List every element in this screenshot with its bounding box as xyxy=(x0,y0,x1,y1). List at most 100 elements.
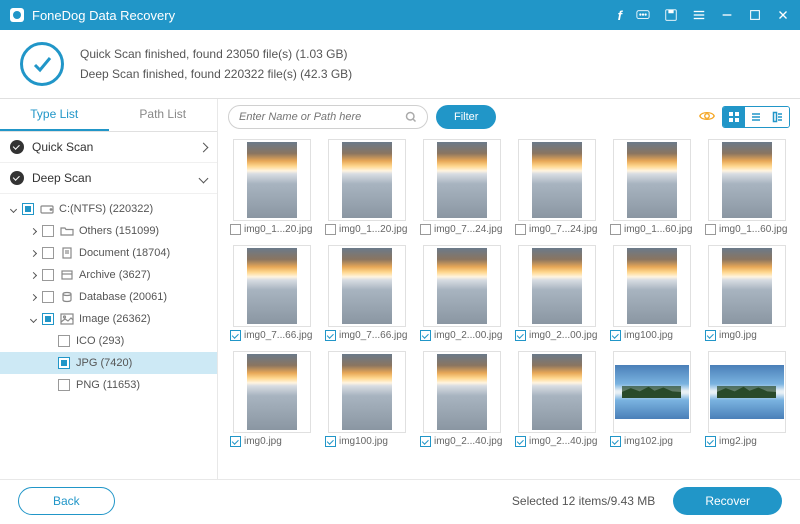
thumbnail-image[interactable] xyxy=(233,351,311,433)
thumbnail-image[interactable] xyxy=(423,351,501,433)
collapse-icon[interactable] xyxy=(8,204,18,215)
file-checkbox[interactable] xyxy=(230,436,241,447)
check-dot-icon xyxy=(10,140,24,154)
checkbox[interactable] xyxy=(58,357,70,369)
tree-png[interactable]: PNG (11653) xyxy=(0,374,217,396)
file-checkbox[interactable] xyxy=(230,224,241,235)
thumbnail-image[interactable] xyxy=(423,245,501,327)
tree-jpg[interactable]: JPG (7420) xyxy=(0,352,217,374)
folder-icon xyxy=(60,225,74,237)
back-button[interactable]: Back xyxy=(18,487,115,515)
file-name: img2.jpg xyxy=(719,436,757,447)
tree-others[interactable]: Others (151099) xyxy=(0,220,217,242)
file-name: img102.jpg xyxy=(624,436,673,447)
quick-scan-label: Quick Scan xyxy=(32,140,93,154)
checkbox[interactable] xyxy=(42,247,54,259)
tree-ico[interactable]: ICO (293) xyxy=(0,330,217,352)
thumbnail-image[interactable] xyxy=(518,139,596,221)
file-checkbox[interactable] xyxy=(610,436,621,447)
minimize-icon[interactable] xyxy=(720,8,734,22)
maximize-icon[interactable] xyxy=(748,8,762,22)
checkbox[interactable] xyxy=(22,203,34,215)
tree-image[interactable]: Image (26362) xyxy=(0,308,217,330)
checkbox[interactable] xyxy=(42,291,54,303)
thumbnail-image[interactable] xyxy=(328,139,406,221)
message-icon[interactable] xyxy=(636,8,650,22)
file-thumb: img0_1...60.jpg xyxy=(608,139,695,235)
file-checkbox[interactable] xyxy=(325,436,336,447)
save-icon[interactable] xyxy=(664,8,678,22)
view-toggle xyxy=(722,106,790,128)
thumbnail-image[interactable] xyxy=(328,351,406,433)
thumbnail-image[interactable] xyxy=(708,139,786,221)
file-grid: img0_1...20.jpgimg0_1...20.jpgimg0_7...2… xyxy=(228,139,790,447)
filter-button[interactable]: Filter xyxy=(436,105,496,129)
file-name: img100.jpg xyxy=(624,330,673,341)
file-thumb: img0_7...24.jpg xyxy=(418,139,505,235)
file-thumb: img0_1...20.jpg xyxy=(323,139,410,235)
file-name: img0.jpg xyxy=(244,436,282,447)
file-thumb: img0.jpg xyxy=(228,351,315,447)
thumbnail-image[interactable] xyxy=(328,245,406,327)
file-checkbox[interactable] xyxy=(515,330,526,341)
tree-archive[interactable]: Archive (3627) xyxy=(0,264,217,286)
facebook-icon[interactable]: f xyxy=(618,8,622,23)
expand-icon[interactable] xyxy=(28,226,38,237)
file-checkbox[interactable] xyxy=(610,330,621,341)
file-checkbox[interactable] xyxy=(420,330,431,341)
file-checkbox[interactable] xyxy=(325,330,336,341)
search-input[interactable] xyxy=(239,111,405,123)
file-checkbox[interactable] xyxy=(420,224,431,235)
file-checkbox[interactable] xyxy=(705,436,716,447)
tab-path-list[interactable]: Path List xyxy=(109,99,218,131)
checkbox[interactable] xyxy=(58,335,70,347)
scan-row-quick[interactable]: Quick Scan xyxy=(0,132,217,163)
file-thumb: img0.jpg xyxy=(703,245,790,341)
file-checkbox[interactable] xyxy=(515,224,526,235)
file-checkbox[interactable] xyxy=(705,330,716,341)
thumbnail-image[interactable] xyxy=(423,139,501,221)
recover-button[interactable]: Recover xyxy=(673,487,782,515)
checkbox[interactable] xyxy=(42,225,54,237)
thumbnail-image[interactable] xyxy=(518,351,596,433)
close-icon[interactable] xyxy=(776,8,790,22)
tree-drive[interactable]: C:(NTFS) (220322) xyxy=(0,198,217,220)
tab-type-list[interactable]: Type List xyxy=(0,99,109,131)
file-thumb: img0_7...66.jpg xyxy=(323,245,410,341)
thumbnail-image[interactable] xyxy=(708,351,786,433)
checkbox[interactable] xyxy=(42,313,54,325)
thumbnail-image[interactable] xyxy=(233,245,311,327)
drive-icon xyxy=(40,203,54,215)
view-grid-icon[interactable] xyxy=(723,107,745,127)
thumbnail-image[interactable] xyxy=(518,245,596,327)
file-tree: C:(NTFS) (220322) Others (151099) Docume… xyxy=(0,194,217,479)
tree-database[interactable]: Database (20061) xyxy=(0,286,217,308)
file-checkbox[interactable] xyxy=(325,224,336,235)
thumbnail-image[interactable] xyxy=(613,245,691,327)
checkbox[interactable] xyxy=(42,269,54,281)
expand-icon[interactable] xyxy=(28,292,38,303)
file-checkbox[interactable] xyxy=(515,436,526,447)
app-title: FoneDog Data Recovery xyxy=(32,8,618,23)
thumbnail-image[interactable] xyxy=(613,351,691,433)
file-checkbox[interactable] xyxy=(705,224,716,235)
file-checkbox[interactable] xyxy=(420,436,431,447)
tree-document[interactable]: Document (18704) xyxy=(0,242,217,264)
expand-icon[interactable] xyxy=(28,248,38,259)
archive-icon xyxy=(60,269,74,281)
expand-icon[interactable] xyxy=(28,270,38,281)
preview-eye-icon[interactable] xyxy=(698,107,716,128)
menu-icon[interactable] xyxy=(692,8,706,22)
collapse-icon[interactable] xyxy=(28,314,38,325)
file-checkbox[interactable] xyxy=(610,224,621,235)
search-box[interactable] xyxy=(228,105,428,129)
thumbnail-image[interactable] xyxy=(613,139,691,221)
thumbnail-image[interactable] xyxy=(708,245,786,327)
file-checkbox[interactable] xyxy=(230,330,241,341)
scan-row-deep[interactable]: Deep Scan xyxy=(0,163,217,194)
checkbox[interactable] xyxy=(58,379,70,391)
thumbnail-image[interactable] xyxy=(233,139,311,221)
deep-scan-status: Deep Scan finished, found 220322 file(s)… xyxy=(80,64,352,84)
view-detail-icon[interactable] xyxy=(767,107,789,127)
view-list-icon[interactable] xyxy=(745,107,767,127)
